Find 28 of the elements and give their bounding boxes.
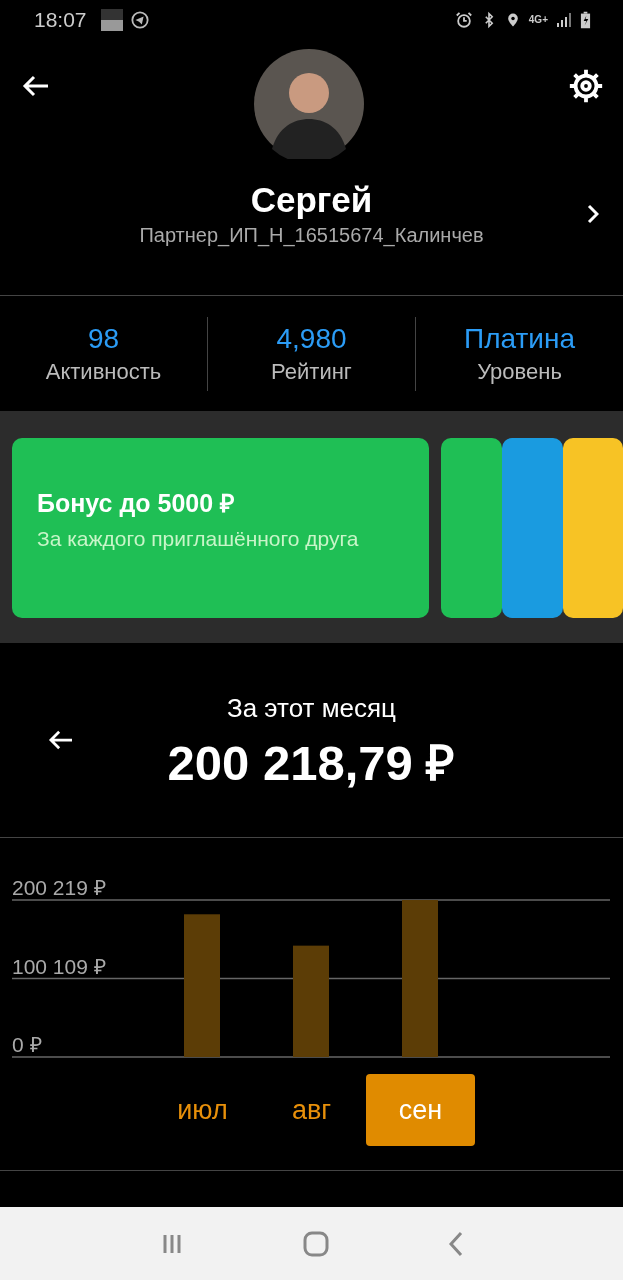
back-arrow-icon[interactable] (22, 74, 50, 98)
stat-value: 98 (87, 322, 120, 355)
month-tab[interactable]: июл (148, 1074, 257, 1146)
stat-label: Уровень (477, 358, 562, 385)
axis-label: 0 ₽ (12, 1033, 42, 1056)
chevron-right-icon[interactable] (587, 204, 599, 224)
stat-label: Активность (45, 358, 162, 385)
month-tab[interactable]: авг (257, 1074, 366, 1146)
axis-label: 100 109 ₽ (12, 954, 106, 978)
back-arrow-icon[interactable] (48, 729, 74, 751)
stat-value: Платина (464, 322, 575, 355)
status-time: 18:07 (34, 8, 87, 32)
earnings-amount: 200 218,79 ₽ (167, 735, 456, 792)
period-label: За этот месяц (227, 693, 396, 724)
battery-icon (580, 10, 591, 30)
alarm-icon (454, 11, 473, 29)
signal-icon (556, 12, 572, 28)
stat-value: 4,980 (276, 322, 347, 355)
card-title: Бонус до 5000 ₽ (37, 488, 237, 519)
driver-name: Сергей (250, 180, 373, 220)
network-type: 4G+ (528, 15, 548, 25)
settings-icon[interactable] (567, 67, 605, 105)
home-icon[interactable] (302, 1230, 329, 1257)
partner-name: Партнер_ИП_Н_16515674_Калинчев (139, 224, 484, 247)
axis-label: 200 219 ₽ (12, 876, 106, 899)
stat-label: Рейтинг (271, 358, 352, 385)
back-icon[interactable] (447, 1230, 464, 1257)
card-text: За каждого приглашённого друга (37, 526, 360, 552)
